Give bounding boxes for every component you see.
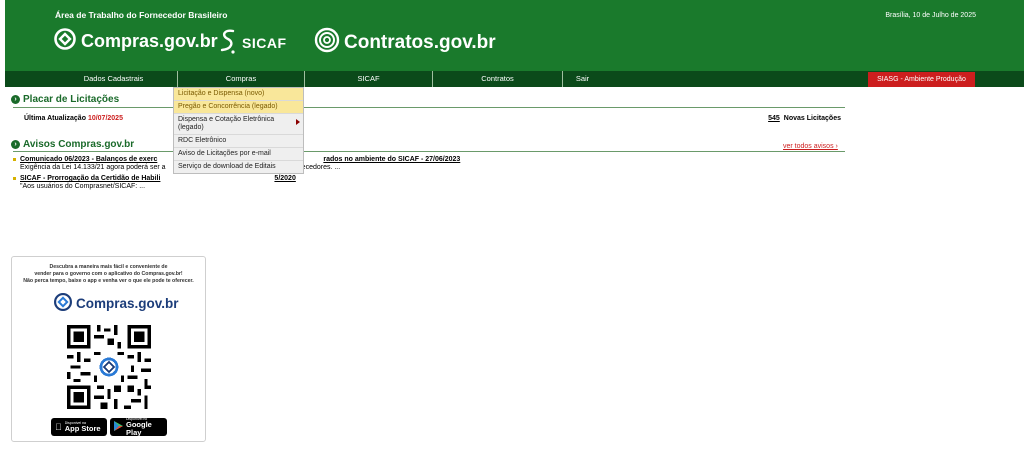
nav-sicaf[interactable]: SICAF [304,71,432,87]
app-store-button[interactable]:  Disponível na App Store [51,418,107,436]
menu-item-licitacao-dispensa[interactable]: Licitação e Dispensa (novo) [174,88,303,101]
menu-item-dispensa-cotacao[interactable]: Dispensa e Cotação Eletrônica (legado) [174,114,303,135]
nav-compras[interactable]: Compras [177,71,304,87]
nav-contratos[interactable]: Contratos [432,71,562,87]
app-promo-card: Descubra a maneira mais fácil e convenie… [11,256,206,442]
contratos-logo-text: Contratos.gov.br [344,32,496,53]
avisos-title: Avisos Compras.gov.br [23,139,135,150]
divider [13,107,845,108]
new-bids-number[interactable]: 545 [768,115,780,122]
last-update: Última Atualização 10/07/2025 [24,115,123,122]
portal-title: Área de Trabalho do Fornecedor Brasileir… [55,10,228,20]
menu-item-rdc-eletronico[interactable]: RDC Eletrônico [174,135,303,148]
compras-logo-text: Compras.gov.br [81,31,218,51]
nav-sair[interactable]: Sair [562,71,602,87]
notice-title[interactable]: Comunicado 06/2023 - Balanços de exerc [20,156,157,163]
google-play-button[interactable]: Disponível no Google Play [110,417,167,437]
sicaf-logo-text: SICAF [242,34,287,51]
avisos-heading: › Avisos Compras.gov.br [11,139,134,150]
last-update-date: 10/07/2025 [87,115,123,122]
google-play-icon [114,421,123,433]
new-bids-label: Novas Licitações [783,115,841,122]
bullet-icon [13,157,16,161]
list-item: SICAF - Prorrogação da Certidão de Habil… [13,175,296,190]
submenu-arrow-icon [296,119,300,125]
compras-logo[interactable]: Compras.gov.br [53,27,218,56]
bullet-icon [13,176,16,180]
compras-dropdown-menu: Licitação e Dispensa (novo) Pregão e Con… [173,87,304,174]
contratos-logo[interactable]: Contratos.gov.br [314,27,496,59]
sicaf-logo[interactable]: SICAF [218,27,287,58]
qr-code-icon [67,325,151,409]
compras-app-logo: Compras.gov.br [53,292,179,315]
see-all-notices-link[interactable]: ver todos avisos › [783,143,838,150]
page: Área de Trabalho do Fornecedor Brasileir… [0,0,1024,456]
app-promo-text: Descubra a maneira mais fácil e convenie… [23,264,194,284]
placar-title: Placar de Licitações [23,94,120,105]
notice-title[interactable]: SICAF - Prorrogação da Certidão de Habil… [20,175,160,182]
nav-dados-cadastrais[interactable]: Dados Cadastrais [50,71,177,87]
apple-icon:  [55,422,62,432]
arrow-right-icon: › [11,95,20,104]
last-update-label: Última Atualização [24,115,86,122]
notice-title-cont[interactable]: 5/2020 [274,175,295,182]
placar-heading: › Placar de Licitações [11,94,119,105]
new-bids-count: 545 Novas Licitações [768,115,841,122]
menu-item-aviso-email[interactable]: Aviso de Licitações por e-mail [174,148,303,161]
sicaf-logo-icon [218,27,238,58]
compras-logo-icon [53,292,73,315]
menu-item-pregao-concorrencia[interactable]: Pregão e Concorrência (legado) [174,101,303,114]
current-date: Brasília, 10 de Julho de 2025 [885,12,976,19]
arrow-right-icon: › [11,140,20,149]
environment-badge: SIASG - Ambiente Produção [868,72,975,87]
notice-desc: "Aos usuários do Comprasnet/SICAF: ... [20,183,146,190]
compras-logo-icon [53,27,77,56]
contratos-logo-icon [314,27,340,59]
divider [13,151,845,152]
notice-title-cont[interactable]: rados no ambiente do SICAF - 27/06/2023 [323,156,460,163]
menu-item-download-editais[interactable]: Serviço de download de Editais [174,161,303,173]
